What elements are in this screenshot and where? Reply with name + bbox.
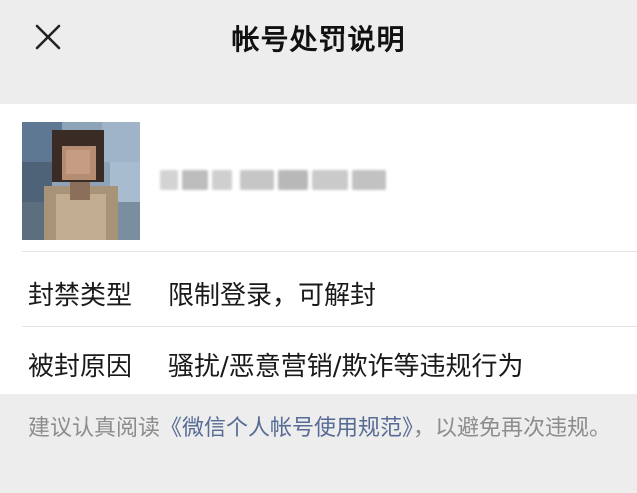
usage-rules-link[interactable]: 《微信个人帐号使用规范》 bbox=[160, 416, 413, 441]
avatar-image bbox=[22, 122, 140, 240]
notice-prefix: 建议认真阅读 bbox=[28, 416, 161, 441]
profile-section bbox=[0, 104, 637, 251]
ban-type-row: 封禁类型 限制登录，可解封 bbox=[28, 260, 617, 326]
notice-text: 建议认真阅读《微信个人帐号使用规范》，以避免再次违规。 bbox=[28, 410, 618, 448]
navigation-bar: 帐号处罚说明 bbox=[0, 0, 637, 74]
ban-type-value: 限制登录，可解封 bbox=[168, 280, 377, 311]
avatar bbox=[22, 122, 140, 240]
page-title: 帐号处罚说明 bbox=[231, 23, 406, 56]
notice-suffix: ，以避免再次违规。 bbox=[413, 416, 612, 441]
ban-reason-value: 骚扰/恶意营销/欺诈等违规行为 bbox=[168, 351, 524, 382]
ban-reason-row: 被封原因 骚扰/恶意营销/欺诈等违规行为 bbox=[28, 331, 617, 397]
divider bbox=[22, 251, 637, 252]
account-info-card: 封禁类型 限制登录，可解封 被封原因 骚扰/恶意营销/欺诈等违规行为 bbox=[0, 104, 637, 394]
ban-reason-label: 被封原因 bbox=[28, 351, 133, 382]
ban-type-label: 封禁类型 bbox=[28, 280, 133, 311]
nickname-obscured bbox=[160, 166, 400, 196]
divider bbox=[22, 326, 637, 327]
